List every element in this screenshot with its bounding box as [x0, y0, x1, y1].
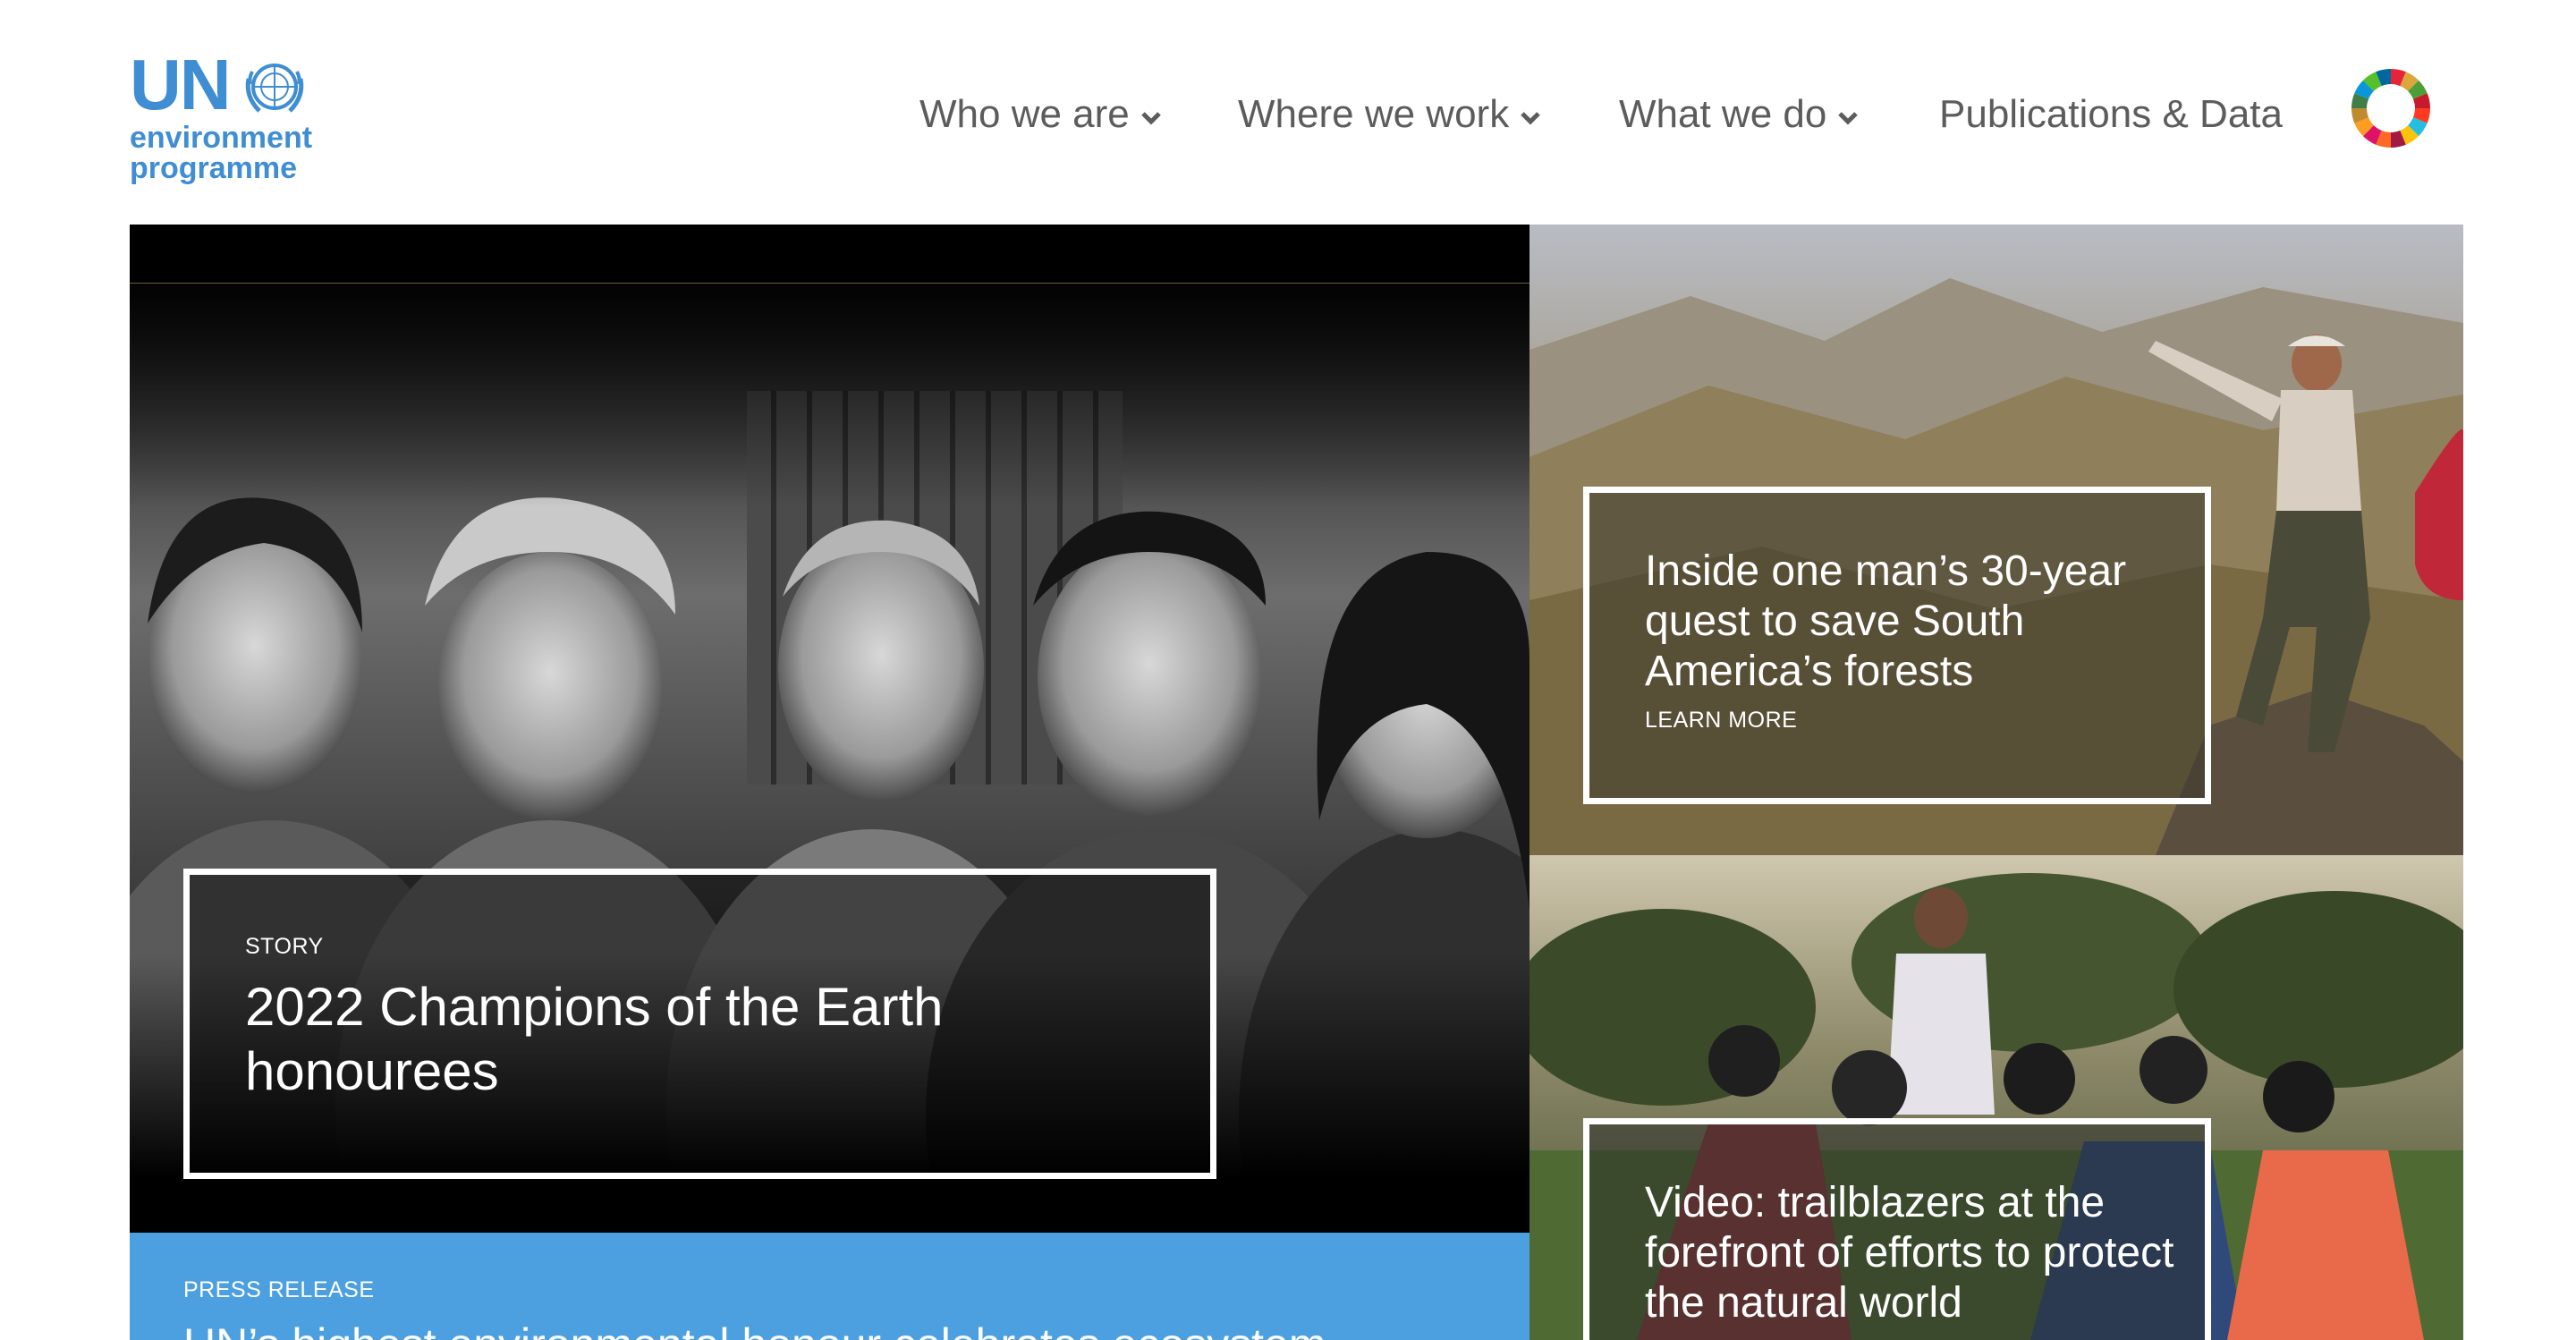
nav-where-we-work[interactable]: Where we work [1238, 86, 1543, 143]
nav-label: Where we work [1238, 92, 1510, 136]
chevron-down-icon [1838, 112, 1859, 125]
logo-un-text: UN [130, 45, 232, 124]
logo-line-programme: programme [130, 151, 298, 185]
hero-story-card[interactable]: STORY 2022 Champions of the Earth honour… [183, 869, 1216, 1179]
press-release-title[interactable]: UN’s highest environmental honour celebr… [183, 1319, 1326, 1340]
story-kicker: STORY [245, 934, 324, 959]
nav-label: Publications & Data [1939, 92, 2283, 136]
nav-publications-data[interactable]: Publications & Data [1939, 86, 2283, 143]
unep-logo[interactable]: UN environment programme [130, 47, 335, 190]
nav-what-we-do[interactable]: What we do [1619, 86, 1860, 143]
logo-line-environment: environment [130, 121, 313, 155]
site-header: UN environment programme Who we are Wher… [0, 0, 2576, 224]
trailblazers-video-card[interactable]: Video: trailblazers at the forefront of … [1583, 1118, 2211, 1340]
learn-more-link[interactable]: LEARN MORE [1645, 708, 1797, 734]
nav-label: What we do [1619, 92, 1827, 136]
chevron-down-icon [1521, 112, 1540, 125]
press-release-tile[interactable]: PRESS RELEASE UN’s highest environmental… [130, 1233, 1530, 1340]
forests-story-tile[interactable]: Inside one man’s 30-year quest to save S… [1530, 225, 2463, 855]
chevron-down-icon [1140, 112, 1161, 125]
press-release-kicker: PRESS RELEASE [183, 1277, 375, 1302]
trailblazers-video-tile[interactable]: Video: trailblazers at the forefront of … [1530, 855, 2463, 1340]
nav-who-we-are[interactable]: Who we are [919, 86, 1164, 143]
hero-story-tile[interactable]: STORY 2022 Champions of the Earth honour… [130, 225, 1530, 1233]
hero-story-title[interactable]: 2022 Champions of the Earth honourees [245, 975, 1140, 1104]
un-emblem-icon [245, 64, 304, 113]
forests-story-title[interactable]: Inside one man’s 30-year quest to save S… [1645, 547, 2182, 697]
forests-story-card[interactable]: Inside one man’s 30-year quest to save S… [1583, 487, 2211, 804]
nav-label: Who we are [919, 92, 1130, 136]
sdg-wheel-icon[interactable] [2351, 68, 2431, 148]
trailblazers-video-title[interactable]: Video: trailblazers at the forefront of … [1645, 1178, 2182, 1328]
